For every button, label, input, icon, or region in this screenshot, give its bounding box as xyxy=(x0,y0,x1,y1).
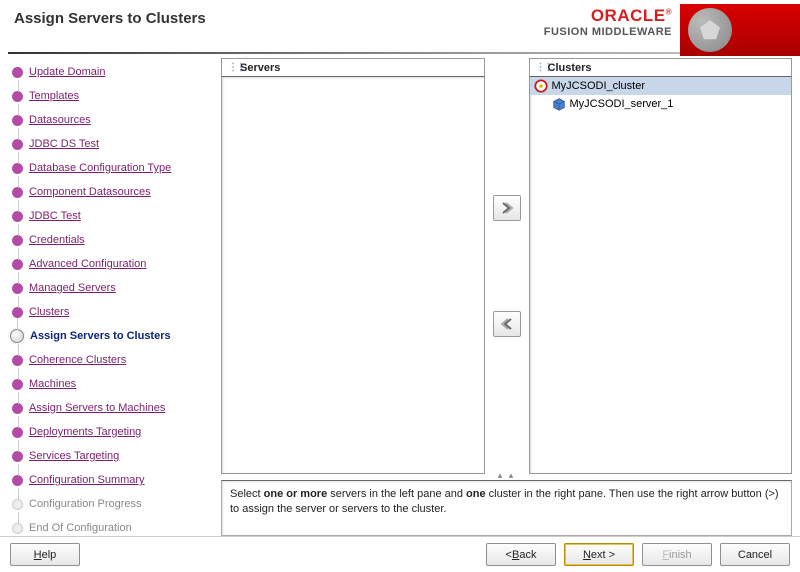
cancel-button[interactable]: Cancel xyxy=(720,543,790,566)
wizard-step[interactable]: Component Datasources xyxy=(12,180,215,204)
step-label[interactable]: Assign Servers to Clusters xyxy=(30,330,171,342)
step-node-icon xyxy=(12,115,23,126)
wizard-step[interactable]: Assign Servers to Clusters xyxy=(12,324,215,348)
clusters-tree[interactable]: MyJCSODI_cluster MyJCSODI_server_1 xyxy=(529,76,793,474)
step-node-icon xyxy=(12,499,23,510)
step-node-icon xyxy=(12,523,23,534)
servers-header-label: Servers xyxy=(240,59,280,77)
step-label[interactable]: Datasources xyxy=(29,114,91,126)
step-node-icon xyxy=(12,403,23,414)
step-label: Configuration Progress xyxy=(29,498,142,510)
servers-header: ⋮⋮ Servers xyxy=(221,58,485,76)
step-node-icon xyxy=(12,235,23,246)
step-label[interactable]: Deployments Targeting xyxy=(29,426,141,438)
step-node-icon xyxy=(12,139,23,150)
step-label[interactable]: Machines xyxy=(29,378,76,390)
wizard-step[interactable]: Datasources xyxy=(12,108,215,132)
step-node-icon xyxy=(12,379,23,390)
step-node-icon xyxy=(12,451,23,462)
wizard-step: Configuration Progress xyxy=(12,492,215,516)
assign-right-button[interactable] xyxy=(493,195,521,221)
grip-icon: ⋮⋮ xyxy=(228,65,236,71)
step-label[interactable]: Database Configuration Type xyxy=(29,162,171,174)
step-node-icon xyxy=(10,329,24,343)
step-node-icon xyxy=(12,427,23,438)
step-node-icon xyxy=(12,211,23,222)
cluster-label: MyJCSODI_cluster xyxy=(552,80,646,92)
step-label[interactable]: JDBC DS Test xyxy=(29,138,99,150)
step-node-icon xyxy=(12,187,23,198)
brand-block: ORACLE® FUSION MIDDLEWARE xyxy=(544,6,672,38)
hint-panel: Select one or more servers in the left p… xyxy=(221,480,792,536)
wizard-step[interactable]: Advanced Configuration xyxy=(12,252,215,276)
wizard-step[interactable]: Credentials xyxy=(12,228,215,252)
step-node-icon xyxy=(12,307,23,318)
chevron-right-icon xyxy=(500,202,514,214)
step-node-icon xyxy=(12,67,23,78)
wizard-step[interactable]: Deployments Targeting xyxy=(12,420,215,444)
page-title: Assign Servers to Clusters xyxy=(14,10,206,27)
step-label[interactable]: JDBC Test xyxy=(29,210,81,222)
chevron-left-icon xyxy=(500,318,514,330)
step-label[interactable]: Update Domain xyxy=(29,66,105,78)
step-label[interactable]: Credentials xyxy=(29,234,85,246)
wizard-step[interactable]: JDBC Test xyxy=(12,204,215,228)
clusters-column: ⋮⋮ Clusters MyJCSODI_cluster xyxy=(529,58,793,474)
step-label: End Of Configuration xyxy=(29,522,132,534)
clusters-header: ⋮⋮ Clusters xyxy=(529,58,793,76)
wizard-step[interactable]: Configuration Summary xyxy=(12,468,215,492)
cluster-icon xyxy=(534,79,548,93)
wizard-step[interactable]: Templates xyxy=(12,84,215,108)
wizard-step[interactable]: Assign Servers to Machines xyxy=(12,396,215,420)
assign-buttons xyxy=(487,58,527,474)
step-label[interactable]: Component Datasources xyxy=(29,186,151,198)
finish-button: Finish xyxy=(642,543,712,566)
wizard-step[interactable]: Coherence Clusters xyxy=(12,348,215,372)
step-label[interactable]: Configuration Summary xyxy=(29,474,145,486)
wizard-step[interactable]: Database Configuration Type xyxy=(12,156,215,180)
servers-list[interactable] xyxy=(221,76,485,474)
step-node-icon xyxy=(12,475,23,486)
step-node-icon xyxy=(12,355,23,366)
step-label[interactable]: Clusters xyxy=(29,306,69,318)
step-node-icon xyxy=(12,163,23,174)
back-button[interactable]: < Back xyxy=(486,543,556,566)
step-label[interactable]: Advanced Configuration xyxy=(29,258,146,270)
wizard-step: End Of Configuration xyxy=(12,516,215,536)
grip-icon: ⋮⋮ xyxy=(536,65,544,71)
wizard-step[interactable]: Clusters xyxy=(12,300,215,324)
step-node-icon xyxy=(12,283,23,294)
cluster-node[interactable]: MyJCSODI_cluster xyxy=(530,77,792,95)
wizard-steps: Update Domain Templates Datasources JDBC DS… xyxy=(0,54,219,536)
step-label[interactable]: Assign Servers to Machines xyxy=(29,402,165,414)
main-panel: ⋮⋮ Servers xyxy=(219,54,800,536)
resize-handle-icon[interactable]: ▴ ▴ xyxy=(221,470,792,476)
help-button[interactable]: Help xyxy=(10,543,80,566)
step-label[interactable]: Managed Servers xyxy=(29,282,116,294)
assign-left-button[interactable] xyxy=(493,311,521,337)
wizard-step[interactable]: Update Domain xyxy=(12,60,215,84)
step-node-icon xyxy=(12,91,23,102)
step-label[interactable]: Services Targeting xyxy=(29,450,119,462)
footer: Help < Back Next > Finish Cancel xyxy=(0,536,800,572)
header: Assign Servers to Clusters ORACLE® FUSIO… xyxy=(0,0,800,52)
wizard-step[interactable]: Machines xyxy=(12,372,215,396)
step-label[interactable]: Coherence Clusters xyxy=(29,354,126,366)
next-button[interactable]: Next > xyxy=(564,543,634,566)
brand-subtitle: FUSION MIDDLEWARE xyxy=(544,26,672,38)
server-label: MyJCSODI_server_1 xyxy=(570,98,674,110)
brand-logo: ORACLE® xyxy=(544,6,672,26)
clusters-header-label: Clusters xyxy=(548,59,592,77)
server-node[interactable]: MyJCSODI_server_1 xyxy=(530,95,792,113)
wizard-step[interactable]: Services Targeting xyxy=(12,444,215,468)
wizard-step[interactable]: JDBC DS Test xyxy=(12,132,215,156)
header-right: ORACLE® FUSION MIDDLEWARE xyxy=(544,4,800,56)
step-node-icon xyxy=(12,259,23,270)
server-icon xyxy=(552,97,566,111)
wizard-step[interactable]: Managed Servers xyxy=(12,276,215,300)
header-badge xyxy=(680,4,800,56)
step-label[interactable]: Templates xyxy=(29,90,79,102)
servers-column: ⋮⋮ Servers xyxy=(221,58,485,474)
